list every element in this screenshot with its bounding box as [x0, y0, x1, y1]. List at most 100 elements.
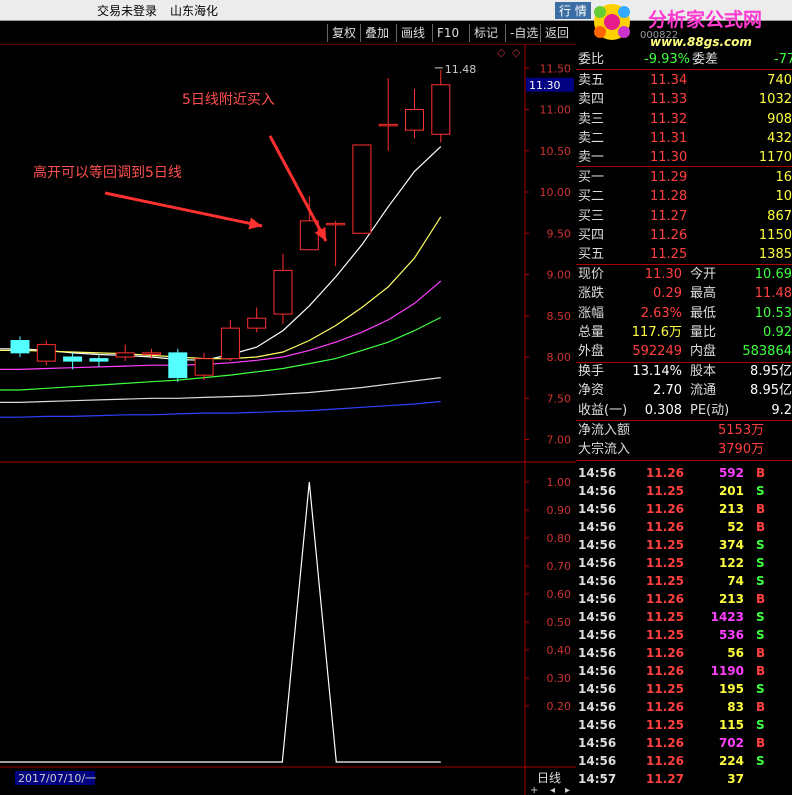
mark-button[interactable]: 标记 [469, 24, 502, 42]
stat-label: 今开 [690, 267, 717, 282]
f10-button[interactable]: F10 [432, 24, 463, 42]
ytick-label: 0.70 [547, 560, 572, 573]
tick-side: B [756, 502, 766, 516]
tick-side: S [756, 484, 765, 498]
site-logo: 分析家公式网 www.88gs.com 000822 [590, 0, 792, 50]
bid-volume: 10 [775, 189, 792, 205]
fund-label: 净资 [578, 383, 605, 399]
tick-row: 14:57 11.27 37 [578, 770, 792, 789]
fund-label: 股本 [690, 364, 717, 379]
stat-row: 涨跌 0.29 最高 11.48 [578, 284, 792, 303]
stat-label: 量比 [690, 324, 717, 340]
stat-row: 外盘 592249 内盘 583864 [578, 342, 792, 361]
tick-time: 14:56 [578, 664, 617, 678]
tick-row: 14:56 11.25 374 S [578, 536, 792, 555]
ytick-label: 0.50 [547, 616, 572, 629]
tick-row: 14:56 11.26 56 B [578, 644, 792, 663]
ask-volume: 432 [767, 130, 792, 146]
overlay-button[interactable]: 叠加 [360, 24, 393, 42]
ask-price: 11.32 [650, 111, 688, 127]
fuquan-button[interactable]: 复权 [327, 24, 360, 42]
weibi-value: -9.93% [644, 52, 690, 67]
tick-side: B [756, 520, 766, 534]
stat-value: 592249 [632, 344, 682, 360]
candle [10, 336, 30, 357]
tick-price: 11.26 [646, 664, 684, 678]
tick-time: 14:56 [578, 466, 617, 480]
tick-price: 11.26 [646, 592, 684, 606]
tick-time: 14:56 [578, 556, 617, 570]
stat-label: 总量 [578, 324, 605, 340]
fund-value: 8.95亿 [750, 383, 792, 399]
quote-menu-tab[interactable]: 行 情 [555, 2, 591, 19]
tick-price: 11.25 [646, 628, 684, 642]
ytick-label: 0.60 [547, 588, 572, 601]
signal-line [0, 481, 441, 763]
stat-value: 10.69 [754, 267, 792, 282]
tick-volume: 83 [727, 700, 744, 714]
tick-volume: 224 [718, 754, 744, 768]
flow-row: 大宗流入 3790万 [578, 440, 792, 459]
ask-volume: 1032 [758, 92, 792, 108]
ma60-line [0, 377, 441, 403]
annotation-buy-near-ma5: 5日线附近买入 [182, 92, 275, 108]
bid-volume: 16 [775, 170, 792, 185]
candle [405, 88, 424, 139]
bid-label: 买三 [578, 208, 605, 224]
ask-row: 卖五 11.34 740 [578, 71, 792, 90]
logo-text: 分析家公式网 [648, 8, 762, 31]
fund-row: 净资 2.70 流通 8.95亿 [578, 381, 792, 400]
annotation-gap-up-wait: 高开可以等回调到5日线 [33, 164, 182, 181]
tick-side: B [756, 592, 766, 606]
candle-body [405, 109, 424, 131]
candle-body [63, 356, 83, 362]
remove-favorite-button[interactable]: -自选 [505, 24, 542, 42]
candle-body [115, 352, 135, 358]
tick-side: S [756, 754, 765, 768]
tick-volume: 74 [727, 574, 744, 588]
candle [326, 220, 346, 267]
ytick-label: 8.50 [547, 310, 572, 323]
draw-line-button[interactable]: 画线 [396, 24, 429, 42]
fund-row: 收益(一) 0.308 PE(动) 9.2 [578, 401, 792, 420]
weicha-label: 委差 [692, 52, 719, 67]
tick-volume: 115 [718, 718, 744, 732]
ma30-line [0, 316, 442, 391]
candle-body [89, 358, 109, 362]
tick-price: 11.25 [646, 682, 684, 696]
tick-price: 11.26 [646, 754, 684, 768]
bid-row: 买一 11.29 16 [578, 168, 792, 187]
bid-label: 买五 [578, 247, 605, 263]
ytick-label: 7.00 [547, 434, 572, 447]
arrow-right-icon: ▸ [565, 785, 570, 795]
tick-row: 14:56 11.26 1190 B [578, 662, 792, 681]
ask-label: 卖二 [578, 130, 605, 146]
bid-price: 11.26 [650, 227, 688, 243]
tick-time: 14:56 [578, 592, 617, 606]
bid-price: 11.25 [650, 247, 688, 263]
candle-body [378, 123, 398, 127]
ask-label: 卖五 [578, 73, 605, 88]
tick-row: 14:56 11.26 213 B [578, 500, 792, 519]
fund-label: 流通 [690, 383, 717, 399]
stat-label: 最低 [690, 305, 717, 321]
ask-price: 11.33 [650, 92, 688, 108]
tick-price: 11.26 [646, 646, 684, 660]
tick-time: 14:56 [578, 754, 617, 768]
tick-time: 14:56 [578, 718, 617, 732]
tick-volume: 1423 [710, 610, 744, 624]
diamond-icon: ◇ [497, 46, 506, 59]
back-button[interactable]: 返回 [540, 24, 573, 42]
candle-body [10, 340, 30, 354]
stat-label: 最高 [690, 286, 717, 302]
arrow-left-icon: + [530, 785, 538, 795]
bid-price: 11.28 [650, 189, 688, 205]
annotation-arrow-1 [104, 191, 263, 228]
fund-value: 2.70 [653, 383, 682, 399]
tick-side: B [756, 664, 766, 678]
fund-value: 0.308 [644, 402, 682, 418]
kline-chart[interactable]: 11.50 11.00 10.50 10.00 9.50 9.00 8.50 8.00 7.50… [0, 44, 576, 795]
tick-price: 11.26 [646, 700, 684, 714]
fund-value: 13.14% [632, 364, 682, 379]
tick-time: 14:57 [578, 772, 617, 786]
